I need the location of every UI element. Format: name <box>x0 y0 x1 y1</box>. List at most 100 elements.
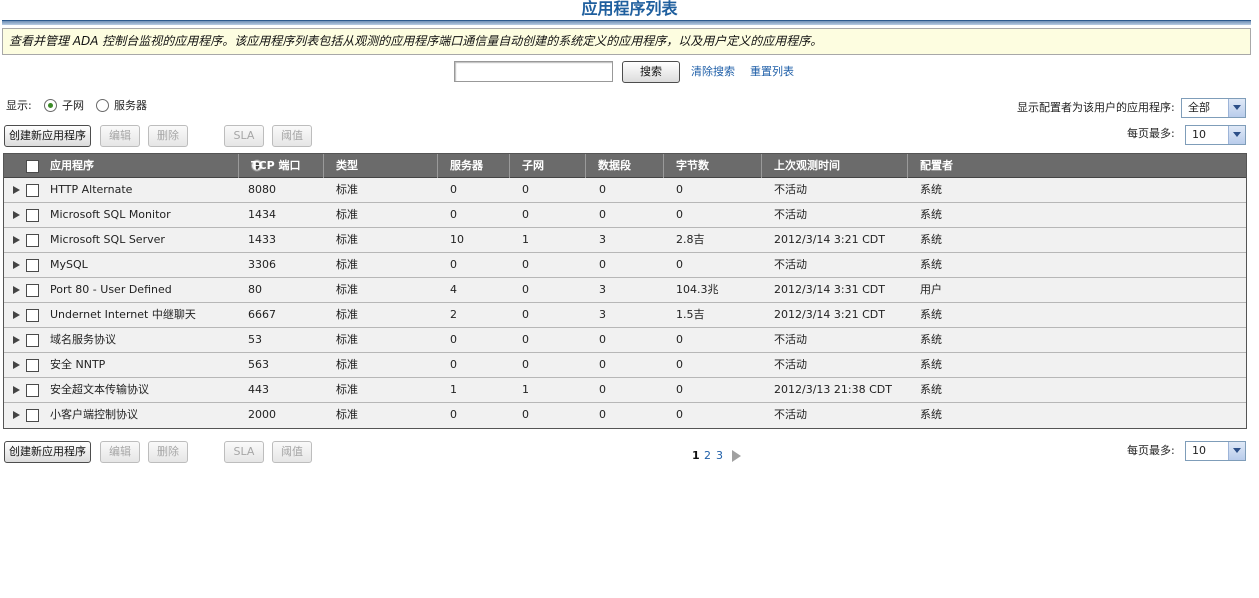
cell-configured-by: 系统 <box>920 183 942 196</box>
per-page-label-bottom: 每页最多: <box>1127 444 1175 457</box>
cell-tcp-port: 443 <box>248 383 269 396</box>
column-header-segments[interactable]: 数据段 <box>586 154 664 178</box>
row-checkbox[interactable] <box>26 359 39 372</box>
cell-last-seen: 不活动 <box>774 258 807 271</box>
page-2[interactable]: 2 <box>704 449 711 463</box>
applications-table: 应用程序 TCP 端口 类型 服务器 子网 数据段 字节数 上次观测时间 配置者… <box>3 153 1247 429</box>
create-application-button[interactable]: 创建新应用程序 <box>4 125 91 147</box>
next-page-icon[interactable] <box>732 450 741 462</box>
table-row[interactable]: Undernet Internet 中继聊天 6667 标准 2 0 3 1.5吉 2012/… <box>4 303 1246 328</box>
cell-subnets: 0 <box>522 408 529 421</box>
cell-application: Undernet Internet 中继聊天 <box>50 308 196 321</box>
expand-row-icon[interactable] <box>13 236 20 244</box>
row-checkbox[interactable] <box>26 409 39 422</box>
chevron-down-icon <box>1228 442 1245 460</box>
per-page-select-bottom[interactable]: 10 <box>1185 441 1246 461</box>
edit-button[interactable]: 编辑 <box>100 125 140 147</box>
cell-servers: 0 <box>450 408 457 421</box>
table-row[interactable]: Port 80 - User Defined 80 标准 4 0 3 104.3兆 2012/… <box>4 278 1246 303</box>
show-label: 显示: <box>6 99 32 112</box>
per-page-select-top[interactable]: 10 <box>1185 125 1246 145</box>
cell-subnets: 0 <box>522 283 529 296</box>
cell-bytes: 0 <box>676 208 683 221</box>
expand-row-icon[interactable] <box>13 311 20 319</box>
expand-row-icon[interactable] <box>13 361 20 369</box>
table-body: HTTP Alternate 8080 标准 0 0 0 0 不活动 系统 Microsoft S… <box>4 178 1246 428</box>
row-checkbox[interactable] <box>26 309 39 322</box>
row-checkbox[interactable] <box>26 384 39 397</box>
cell-segments: 0 <box>599 258 606 271</box>
expand-row-icon[interactable] <box>13 186 20 194</box>
threshold-button[interactable]: 阈值 <box>272 125 312 147</box>
table-row[interactable]: 安全 NNTP 563 标准 0 0 0 0 不活动 系统 <box>4 353 1246 378</box>
create-application-button-bottom[interactable]: 创建新应用程序 <box>4 441 91 463</box>
clear-search-link[interactable]: 清除搜索 <box>691 65 735 79</box>
column-header-last-seen[interactable]: 上次观测时间 <box>762 154 908 178</box>
edit-button-bottom[interactable]: 编辑 <box>100 441 140 463</box>
table-row[interactable]: Microsoft SQL Monitor 1434 标准 0 0 0 0 不活动 系统 <box>4 203 1246 228</box>
page-title: 应用程序列表 <box>581 0 678 18</box>
expand-row-icon[interactable] <box>13 336 20 344</box>
page-1[interactable]: 1 <box>692 449 700 463</box>
table-row[interactable]: MySQL 3306 标准 0 0 0 0 不活动 系统 <box>4 253 1246 278</box>
delete-button[interactable]: 删除 <box>148 125 188 147</box>
cell-segments: 0 <box>599 408 606 421</box>
cell-segments: 0 <box>599 333 606 346</box>
search-button[interactable]: 搜索 <box>622 61 680 83</box>
radio-server-label: 服务器 <box>114 99 147 112</box>
table-row[interactable]: 安全超文本传输协议 443 标准 1 1 0 0 2012/3/13 21:38 CDT 系统 <box>4 378 1246 403</box>
column-header-configured-by[interactable]: 配置者 <box>908 154 988 178</box>
cell-application: MySQL <box>50 258 88 271</box>
threshold-button-bottom[interactable]: 阈值 <box>272 441 312 463</box>
reset-list-link[interactable]: 重置列表 <box>750 65 794 79</box>
row-checkbox[interactable] <box>26 209 39 222</box>
row-checkbox[interactable] <box>26 184 39 197</box>
expand-row-icon[interactable] <box>13 261 20 269</box>
table-row[interactable]: 小客户端控制协议 2000 标准 0 0 0 0 不活动 系统 <box>4 403 1246 428</box>
cell-application: Port 80 - User Defined <box>50 283 172 296</box>
cell-tcp-port: 53 <box>248 333 262 346</box>
column-header-application[interactable]: 应用程序 <box>38 154 263 178</box>
column-header-type[interactable]: 类型 <box>324 154 438 178</box>
cell-segments: 0 <box>599 183 606 196</box>
cell-last-seen: 2012/3/14 3:31 CDT <box>774 283 885 296</box>
cell-configured-by: 系统 <box>920 383 942 396</box>
row-checkbox[interactable] <box>26 234 39 247</box>
cell-servers: 0 <box>450 333 457 346</box>
per-page-value-bottom: 10 <box>1192 444 1206 457</box>
table-row[interactable]: 域名服务协议 53 标准 0 0 0 0 不活动 系统 <box>4 328 1246 353</box>
configured-by-select[interactable]: 全部 <box>1181 98 1246 118</box>
column-header-tcp-port[interactable]: TCP 端口 <box>239 154 324 178</box>
cell-configured-by: 系统 <box>920 358 942 371</box>
cell-subnets: 0 <box>522 183 529 196</box>
table-row[interactable]: HTTP Alternate 8080 标准 0 0 0 0 不活动 系统 <box>4 178 1246 203</box>
cell-segments: 0 <box>599 358 606 371</box>
column-header-servers[interactable]: 服务器 <box>438 154 510 178</box>
search-input[interactable] <box>454 61 613 82</box>
cell-configured-by: 系统 <box>920 233 942 246</box>
expand-row-icon[interactable] <box>13 411 20 419</box>
cell-bytes: 0 <box>676 408 683 421</box>
column-header-bytes[interactable]: 字节数 <box>664 154 762 178</box>
sla-button-bottom[interactable]: SLA <box>224 441 264 463</box>
row-checkbox[interactable] <box>26 284 39 297</box>
cell-type: 标准 <box>336 258 358 271</box>
radio-server[interactable] <box>96 99 109 112</box>
row-checkbox[interactable] <box>26 334 39 347</box>
cell-tcp-port: 563 <box>248 358 269 371</box>
expand-row-icon[interactable] <box>13 286 20 294</box>
row-checkbox[interactable] <box>26 259 39 272</box>
cell-bytes: 104.3兆 <box>676 283 719 296</box>
column-header-subnets[interactable]: 子网 <box>510 154 586 178</box>
cell-configured-by: 系统 <box>920 333 942 346</box>
cell-tcp-port: 3306 <box>248 258 276 271</box>
table-row[interactable]: Microsoft SQL Server 1433 标准 10 1 3 2.8吉 2012/3… <box>4 228 1246 253</box>
delete-button-bottom[interactable]: 删除 <box>148 441 188 463</box>
radio-subnet[interactable] <box>44 99 57 112</box>
cell-configured-by: 系统 <box>920 258 942 271</box>
expand-row-icon[interactable] <box>13 211 20 219</box>
sla-button[interactable]: SLA <box>224 125 264 147</box>
expand-row-icon[interactable] <box>13 386 20 394</box>
page-3[interactable]: 3 <box>716 449 723 463</box>
cell-type: 标准 <box>336 358 358 371</box>
